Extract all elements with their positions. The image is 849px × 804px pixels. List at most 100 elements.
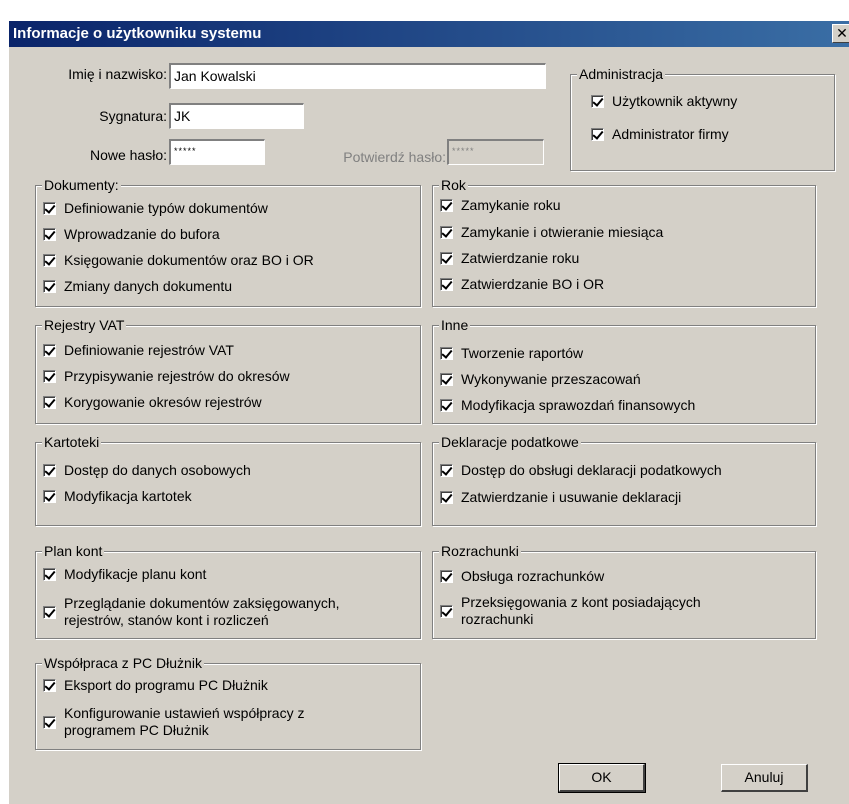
group-rozrachunki: Rozrachunki Obsługa rozrachunków Przeksi… <box>432 542 816 639</box>
checkbox-row[interactable]: Wykonywanie przeszacowań <box>440 370 641 388</box>
checkbox-label: Przypisywanie rejestrów do okresów <box>64 368 290 384</box>
checkbox-checked[interactable] <box>440 604 453 618</box>
checkbox-checked[interactable] <box>43 343 56 357</box>
checkbox-label: Definiowanie typów dokumentów <box>64 200 268 216</box>
checkbox-checked[interactable] <box>591 127 604 141</box>
checkbox-label: Obsługa rozrachunków <box>461 568 605 584</box>
checkbox-row[interactable]: Administrator firmy <box>591 125 729 143</box>
checkbox-label: Użytkownik aktywny <box>612 93 738 109</box>
checkbox-row[interactable]: Modyfikacje planu kont <box>43 565 206 583</box>
checkbox-label: Eksport do programu PC Dłużnik <box>64 677 268 693</box>
checkbox-row[interactable]: Zatwierdzanie BO i OR <box>440 275 604 293</box>
group-rok: Rok Zamykanie roku Zamykanie i otwierani… <box>432 176 816 307</box>
group-title-rok: Rok <box>439 176 468 194</box>
group-title-dokumenty: Dokumenty: <box>42 176 121 194</box>
checkbox-checked[interactable] <box>440 225 453 239</box>
checkbox-row[interactable]: Zatwierdzanie roku <box>440 249 579 267</box>
checkbox-row[interactable]: Przeksięgowania z kont posiadających roz… <box>440 594 761 628</box>
checkbox-row[interactable]: Eksport do programu PC Dłużnik <box>43 676 268 694</box>
checkbox-checked[interactable] <box>440 277 453 291</box>
group-title-rozrachunki: Rozrachunki <box>439 542 521 560</box>
checkbox-checked[interactable] <box>440 569 453 583</box>
checkbox-row[interactable]: Zatwierdzanie i usuwanie deklaracji <box>440 488 681 506</box>
signature-field[interactable]: JK <box>169 103 304 129</box>
checkbox-checked[interactable] <box>43 715 56 729</box>
checkbox-checked[interactable] <box>440 346 453 360</box>
close-button[interactable]: ✕ <box>832 24 849 43</box>
checkbox-label: Tworzenie raportów <box>461 345 584 361</box>
group-title-rejestry-vat: Rejestry VAT <box>42 316 127 334</box>
checkbox-checked[interactable] <box>440 463 453 477</box>
checkbox-label: Modyfikacje planu kont <box>64 566 207 582</box>
checkbox-checked[interactable] <box>43 253 56 267</box>
name-label: Imię i nazwisko: <box>68 66 167 82</box>
checkbox-row[interactable]: Księgowanie dokumentów oraz BO i OR <box>43 251 314 269</box>
group-plan-kont: Plan kont Modyfikacje planu kont Przeglą… <box>35 542 421 639</box>
checkbox-row[interactable]: Korygowanie okresów rejestrów <box>43 393 262 411</box>
group-rejestry-vat: Rejestry VAT Definiowanie rejestrów VAT … <box>35 316 421 424</box>
cancel-button[interactable]: Anuluj <box>721 764 808 792</box>
checkbox-label: Dostęp do danych osobowych <box>64 462 251 478</box>
checkbox-checked[interactable] <box>43 605 56 619</box>
checkbox-row[interactable]: Użytkownik aktywny <box>591 92 737 110</box>
checkbox-checked[interactable] <box>43 201 56 215</box>
checkbox-label: Konfigurowanie ustawień współpracy z pro… <box>64 705 305 738</box>
group-dokumenty: Dokumenty: Definiowanie typów dokumentów… <box>35 176 421 307</box>
checkbox-row[interactable]: Przypisywanie rejestrów do okresów <box>43 367 290 385</box>
group-title-inne: Inne <box>439 316 471 334</box>
window-title: Informacje o użytkowniku systemu <box>13 25 262 42</box>
checkbox-checked[interactable] <box>43 567 56 581</box>
checkbox-label: Wprowadzanie do bufora <box>64 226 220 242</box>
group-title-plan-kont: Plan kont <box>42 542 105 560</box>
confirm-password-field[interactable]: ***** <box>447 139 544 165</box>
checkbox-row[interactable]: Dostęp do obsługi deklaracji podatkowych <box>440 461 722 479</box>
new-password-label: Nowe hasło: <box>89 147 167 163</box>
checkbox-label: Przeglądanie dokumentów zaksięgowanych, … <box>64 595 340 628</box>
checkbox-checked[interactable] <box>440 251 453 265</box>
checkbox-row[interactable]: Zamykanie i otwieranie miesiąca <box>440 223 663 241</box>
group-administracja: Administracja Użytkownik aktywny Adminis… <box>570 65 835 171</box>
checkbox-row[interactable]: Tworzenie raportów <box>440 344 583 362</box>
checkbox-checked[interactable] <box>440 198 453 212</box>
checkbox-row[interactable]: Modyfikacja kartotek <box>43 487 192 505</box>
checkbox-checked[interactable] <box>43 463 56 477</box>
checkbox-row[interactable]: Definiowanie typów dokumentów <box>43 199 268 217</box>
checkbox-row[interactable]: Modyfikacja sprawozdań finansowych <box>440 396 695 414</box>
confirm-password-label: Potwierdź hasło: <box>343 149 446 165</box>
checkbox-row[interactable]: Zamykanie roku <box>440 196 561 214</box>
checkbox-label: Zatwierdzanie BO i OR <box>461 276 605 292</box>
checkbox-checked[interactable] <box>43 369 56 383</box>
checkbox-label: Wykonywanie przeszacowań <box>461 371 641 387</box>
checkbox-checked[interactable] <box>43 227 56 241</box>
new-password-field[interactable]: ***** <box>169 139 265 165</box>
checkbox-row[interactable]: Zmiany danych dokumentu <box>43 277 232 295</box>
checkbox-checked[interactable] <box>43 678 56 692</box>
group-title-wspolpraca: Współpraca z PC Dłużnik <box>42 654 204 672</box>
checkbox-checked[interactable] <box>440 372 453 386</box>
checkbox-row[interactable]: Przeglądanie dokumentów zaksięgowanych, … <box>43 595 364 629</box>
checkbox-checked[interactable] <box>43 395 56 409</box>
checkbox-label: Księgowanie dokumentów oraz BO i OR <box>64 252 314 268</box>
name-field[interactable]: Jan Kowalski <box>169 63 546 89</box>
checkbox-checked[interactable] <box>591 94 604 108</box>
checkbox-checked[interactable] <box>440 490 453 504</box>
checkbox-label: Zmiany danych dokumentu <box>64 278 233 294</box>
user-info-dialog: Informacje o użytkowniku systemu ✕ Imię … <box>8 20 849 804</box>
checkbox-label: Korygowanie okresów rejestrów <box>64 394 262 410</box>
ok-button[interactable]: OK <box>558 763 646 793</box>
checkbox-label: Zatwierdzanie i usuwanie deklaracji <box>461 489 682 505</box>
checkbox-checked[interactable] <box>440 398 453 412</box>
checkbox-row[interactable]: Wprowadzanie do bufora <box>43 225 220 243</box>
group-inne: Inne Tworzenie raportów Wykonywanie prze… <box>432 316 816 424</box>
checkbox-row[interactable]: Obsługa rozrachunków <box>440 567 604 585</box>
group-title-deklaracje-podatkowe: Deklaracje podatkowe <box>439 433 581 451</box>
checkbox-row[interactable]: Konfigurowanie ustawień współpracy z pro… <box>43 705 364 739</box>
checkbox-checked[interactable] <box>43 279 56 293</box>
checkbox-checked[interactable] <box>43 489 56 503</box>
group-deklaracje-podatkowe: Deklaracje podatkowe Dostęp do obsługi d… <box>432 433 816 526</box>
checkbox-row[interactable]: Definiowanie rejestrów VAT <box>43 341 234 359</box>
title-bar: Informacje o użytkowniku systemu ✕ <box>9 21 849 47</box>
checkbox-label: Przeksięgowania z kont posiadających roz… <box>461 594 701 627</box>
group-title-kartoteki: Kartoteki <box>42 433 102 451</box>
checkbox-row[interactable]: Dostęp do danych osobowych <box>43 461 251 479</box>
